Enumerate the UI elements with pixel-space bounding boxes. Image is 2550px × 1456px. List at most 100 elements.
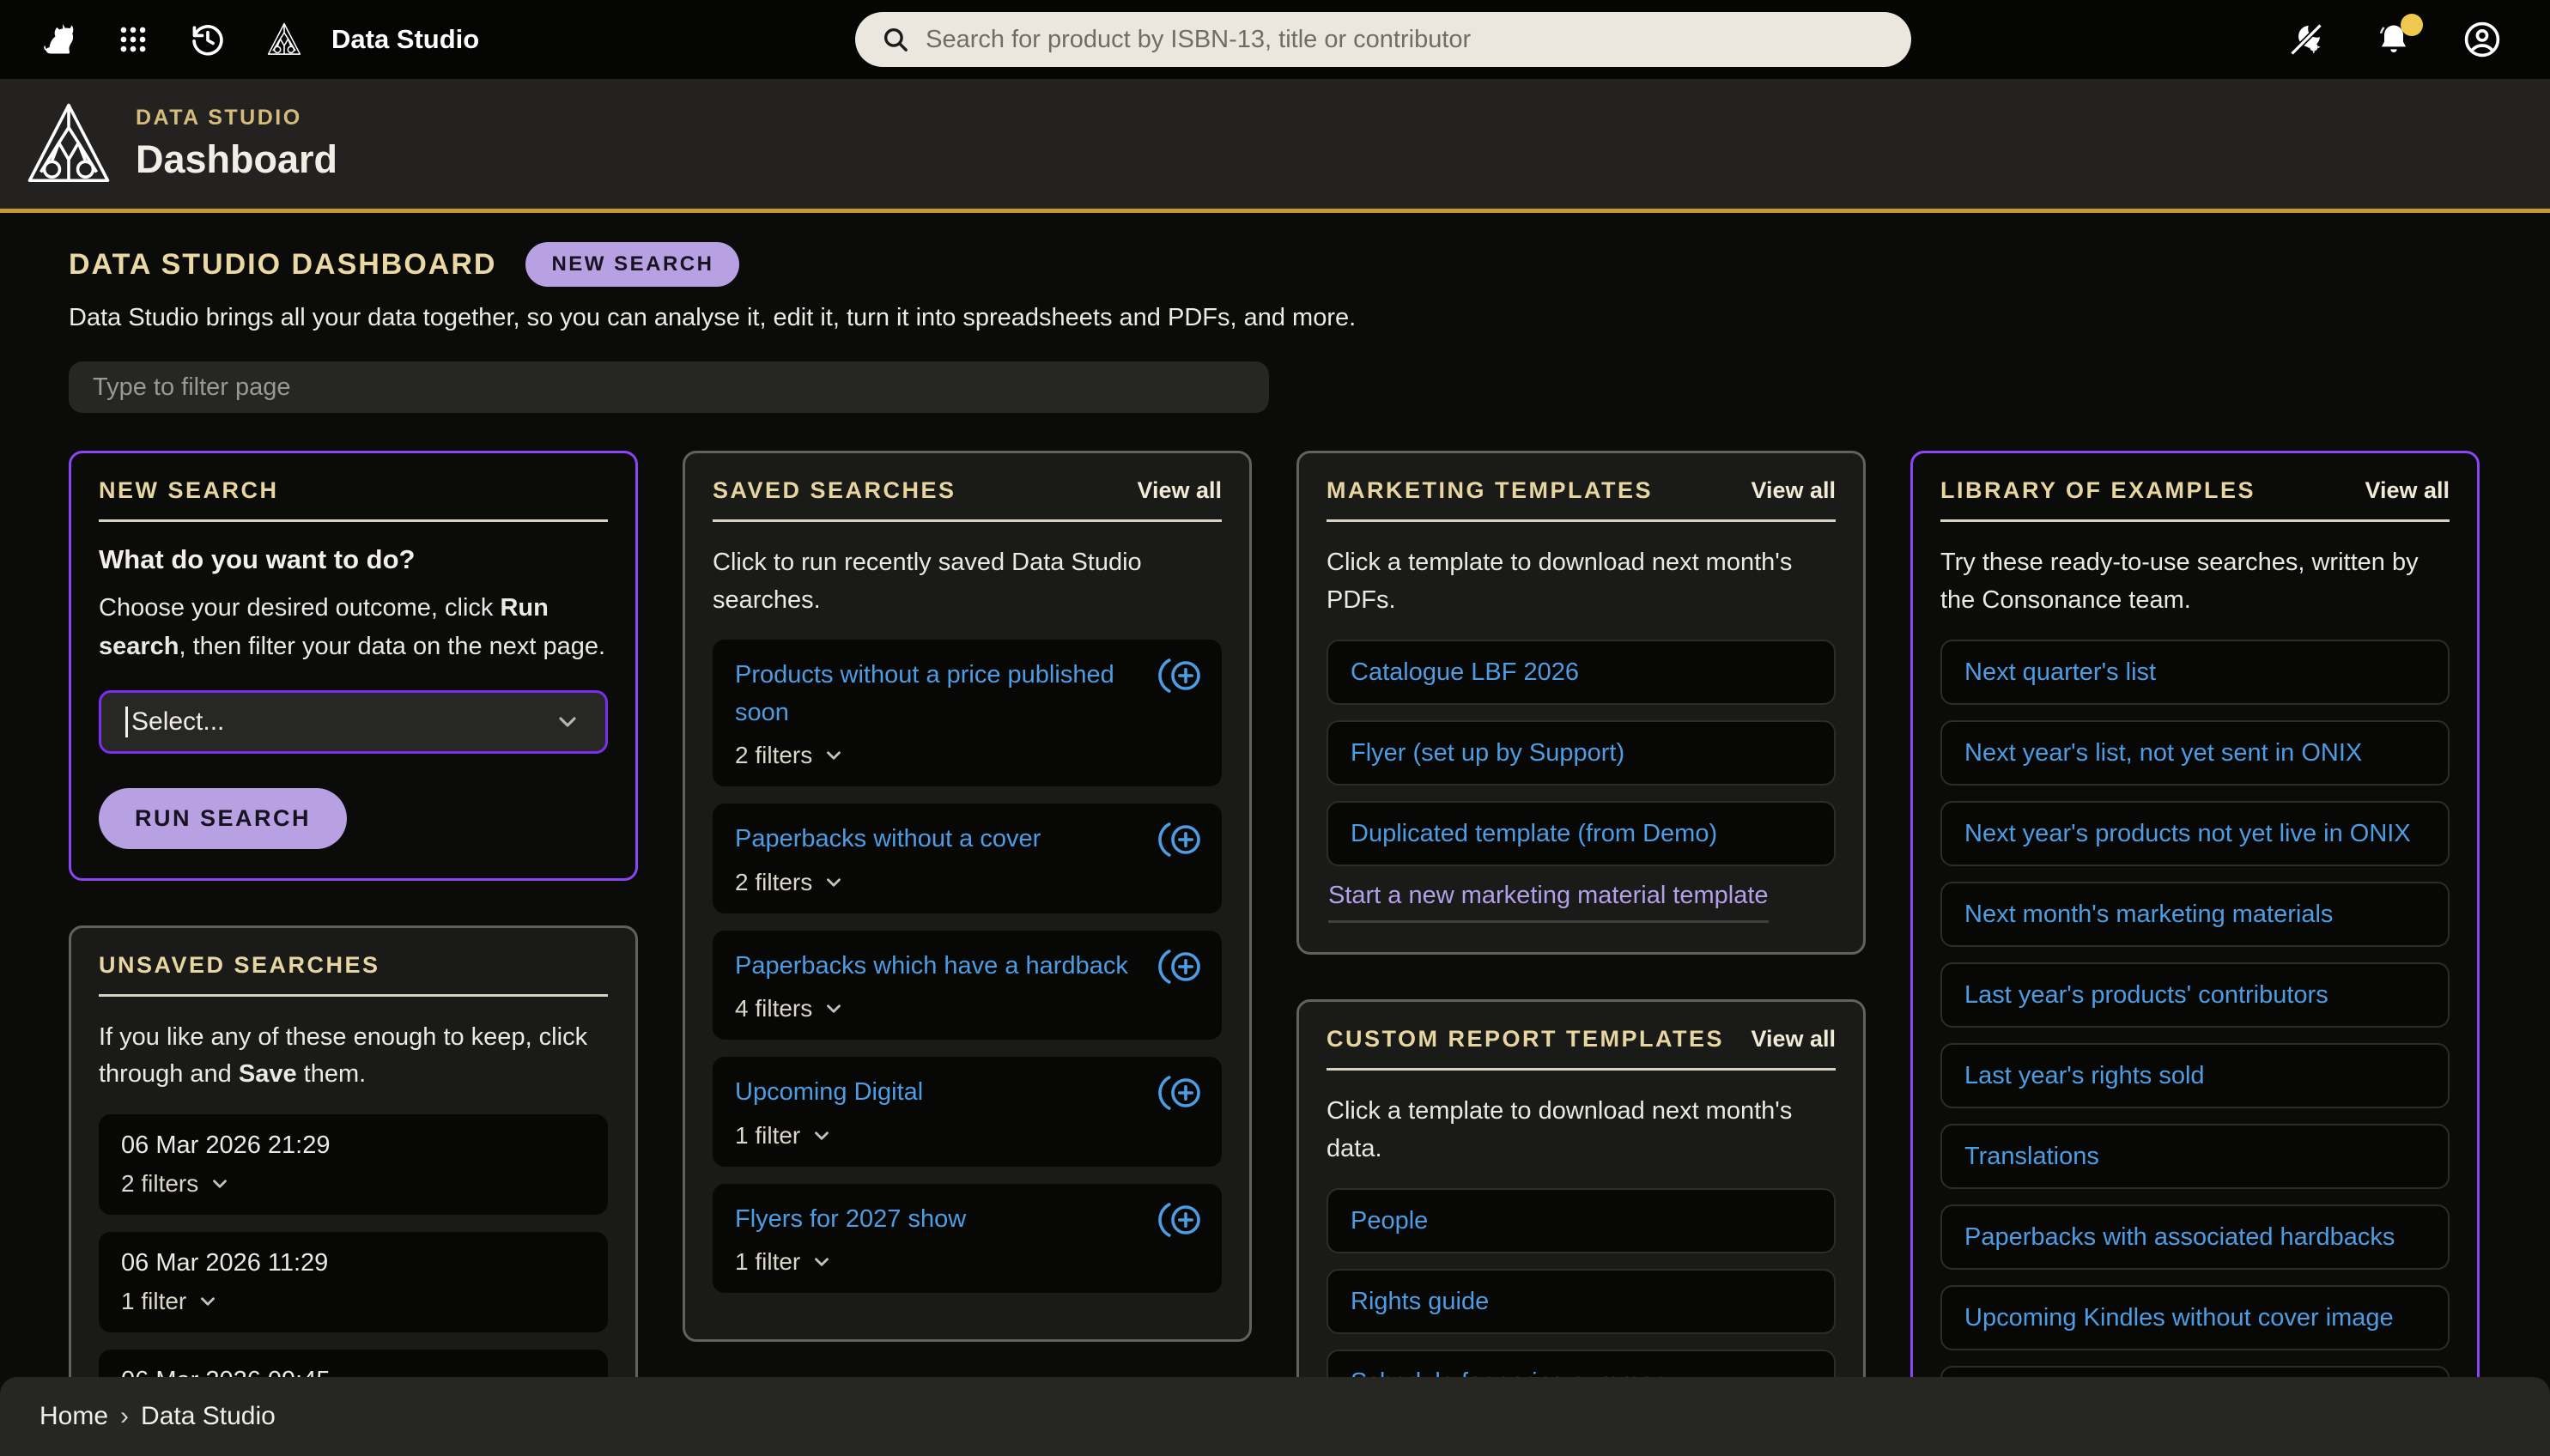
saved-search-item[interactable]: Products without a price published soon … — [713, 640, 1222, 786]
saved-search-item[interactable]: Paperbacks without a cover 2 filters — [713, 804, 1222, 913]
example-search-item[interactable]: Translations — [1940, 1124, 2450, 1189]
example-search-link[interactable]: Upcoming Kindles without cover image — [1964, 1304, 2394, 1332]
marketing-template-link[interactable]: Catalogue LBF 2026 — [1351, 658, 1579, 686]
start-marketing-template-link[interactable]: Start a new marketing material template — [1328, 882, 1769, 923]
new-search-desc: Choose your desired outcome, click Run s… — [99, 589, 608, 666]
marketing-template-item[interactable]: Flyer (set up by Support) — [1327, 720, 1836, 786]
custom-report-template-item[interactable]: People — [1327, 1188, 1836, 1253]
marketing-template-item[interactable]: Catalogue LBF 2026 — [1327, 640, 1836, 705]
custom-report-template-link[interactable]: Rights guide — [1351, 1288, 1489, 1315]
data-studio-logo-icon[interactable] — [266, 21, 302, 58]
filters-toggle[interactable]: 1 filter — [121, 1288, 586, 1315]
example-search-item[interactable]: Next year's products not yet live in ONI… — [1940, 801, 2450, 866]
library-items-list: Next quarter's list Next year's list, no… — [1940, 640, 2450, 1452]
search-input[interactable] — [926, 26, 1885, 54]
example-search-link[interactable]: Next year's list, not yet sent in ONIX — [1964, 739, 2362, 767]
history-icon[interactable] — [189, 21, 227, 58]
breadcrumb-current[interactable]: Data Studio — [141, 1402, 276, 1431]
card-title: LIBRARY OF EXAMPLES — [1940, 477, 2256, 504]
global-search[interactable] — [855, 12, 1911, 67]
filters-count: 1 filter — [735, 1122, 800, 1150]
saved-search-item[interactable]: Upcoming Digital 1 filter — [713, 1057, 1222, 1167]
data-studio-logo-large-icon — [24, 100, 113, 189]
marketing-template-link[interactable]: Duplicated template (from Demo) — [1351, 820, 1717, 847]
chevron-down-icon — [823, 871, 845, 894]
example-search-link[interactable]: Next month's marketing materials — [1964, 901, 2333, 928]
example-search-item[interactable]: Upcoming Kindles without cover image — [1940, 1285, 2450, 1350]
run-saved-search-icon[interactable] — [1157, 655, 1205, 696]
new-search-card: NEW SEARCH What do you want to do? Choos… — [69, 451, 638, 881]
text-cursor — [125, 707, 128, 737]
example-search-link[interactable]: Next quarter's list — [1964, 658, 2156, 686]
library-view-all-link[interactable]: View all — [2365, 477, 2450, 504]
run-saved-search-icon[interactable] — [1157, 1199, 1205, 1241]
account-avatar-icon[interactable] — [2462, 20, 2502, 59]
new-search-question: What do you want to do? — [99, 544, 608, 575]
example-search-link[interactable]: Paperbacks with associated hardbacks — [1964, 1223, 2395, 1251]
unsaved-search-timestamp: 06 Mar 2026 21:29 — [121, 1131, 586, 1160]
library-desc: Try these ready-to-use searches, written… — [1940, 544, 2450, 619]
saved-view-all-link[interactable]: View all — [1137, 477, 1222, 504]
chevron-down-icon — [554, 708, 581, 736]
run-search-button[interactable]: RUN SEARCH — [99, 788, 347, 849]
marketing-view-all-link[interactable]: View all — [1751, 477, 1836, 504]
example-search-item[interactable]: Next year's list, not yet sent in ONIX — [1940, 720, 2450, 786]
unsaved-search-item[interactable]: 06 Mar 2026 11:29 1 filter — [99, 1232, 608, 1332]
example-search-link[interactable]: Translations — [1964, 1143, 2099, 1170]
card-title: SAVED SEARCHES — [713, 477, 956, 504]
apps-grid-icon[interactable] — [117, 23, 149, 56]
example-search-item[interactable]: Next month's marketing materials — [1940, 882, 2450, 947]
app-label: Data Studio — [331, 24, 479, 55]
unsaved-search-item[interactable]: 06 Mar 2026 21:29 2 filters — [99, 1114, 608, 1215]
example-search-item[interactable]: Paperbacks with associated hardbacks — [1940, 1204, 2450, 1270]
run-saved-search-icon[interactable] — [1157, 946, 1205, 987]
run-saved-search-icon[interactable] — [1157, 1072, 1205, 1113]
filters-toggle[interactable]: 2 filters — [735, 742, 1199, 769]
marketing-desc: Click a template to download next month'… — [1327, 544, 1836, 619]
custom-report-template-link[interactable]: People — [1351, 1207, 1428, 1235]
theme-toggle-icon[interactable] — [2287, 21, 2325, 58]
notifications-bell-icon[interactable] — [2375, 21, 2413, 58]
filters-count: 2 filters — [121, 1170, 198, 1198]
saved-search-item[interactable]: Flyers for 2027 show 1 filter — [713, 1184, 1222, 1294]
saved-search-link[interactable]: Products without a price published soon — [735, 657, 1199, 731]
marketing-template-link[interactable]: Flyer (set up by Support) — [1351, 739, 1624, 767]
custom-view-all-link[interactable]: View all — [1751, 1026, 1836, 1053]
dashboard-content: DATA STUDIO DASHBOARD NEW SEARCH Data St… — [0, 213, 2550, 1452]
unsaved-searches-card: UNSAVED SEARCHES If you like any of thes… — [69, 925, 638, 1452]
filters-toggle[interactable]: 2 filters — [735, 869, 1199, 896]
filters-count: 1 filter — [121, 1288, 186, 1315]
card-title: CUSTOM REPORT TEMPLATES — [1327, 1026, 1724, 1053]
page-header: DATA STUDIO Dashboard — [0, 79, 2550, 213]
page-filter-input[interactable] — [69, 361, 1269, 413]
saved-search-item[interactable]: Paperbacks which have a hardback 4 filte… — [713, 931, 1222, 1040]
example-search-link[interactable]: Last year's products' contributors — [1964, 981, 2328, 1009]
notification-badge — [2401, 14, 2423, 36]
breadcrumb: Home › Data Studio — [0, 1377, 2550, 1456]
example-search-link[interactable]: Next year's products not yet live in ONI… — [1964, 820, 2411, 847]
divider — [1327, 519, 1836, 522]
custom-report-template-item[interactable]: Rights guide — [1327, 1269, 1836, 1334]
saved-search-link[interactable]: Flyers for 2027 show — [735, 1201, 1199, 1239]
example-search-link[interactable]: Last year's rights sold — [1964, 1062, 2205, 1089]
filters-toggle[interactable]: 2 filters — [121, 1170, 586, 1198]
marketing-template-item[interactable]: Duplicated template (from Demo) — [1327, 801, 1836, 866]
saved-search-link[interactable]: Paperbacks without a cover — [735, 821, 1199, 858]
new-search-badge[interactable]: NEW SEARCH — [525, 242, 739, 287]
dashboard-description: Data Studio brings all your data togethe… — [69, 304, 2481, 332]
filters-toggle[interactable]: 4 filters — [735, 995, 1199, 1022]
example-search-item[interactable]: Next quarter's list — [1940, 640, 2450, 705]
breadcrumb-home-link[interactable]: Home — [39, 1402, 108, 1431]
run-saved-search-icon[interactable] — [1157, 819, 1205, 860]
saved-search-link[interactable]: Upcoming Digital — [735, 1074, 1199, 1112]
filters-toggle[interactable]: 1 filter — [735, 1122, 1199, 1150]
saved-search-link[interactable]: Paperbacks which have a hardback — [735, 948, 1199, 986]
card-title: UNSAVED SEARCHES — [99, 952, 380, 979]
card-title: MARKETING TEMPLATES — [1327, 477, 1653, 504]
filters-toggle[interactable]: 1 filter — [735, 1248, 1199, 1276]
cat-logo-icon[interactable] — [38, 20, 77, 59]
library-of-examples-card: LIBRARY OF EXAMPLES View all Try these r… — [1910, 451, 2480, 1452]
outcome-select[interactable]: Select... — [99, 690, 608, 754]
example-search-item[interactable]: Last year's rights sold — [1940, 1043, 2450, 1108]
example-search-item[interactable]: Last year's products' contributors — [1940, 962, 2450, 1028]
